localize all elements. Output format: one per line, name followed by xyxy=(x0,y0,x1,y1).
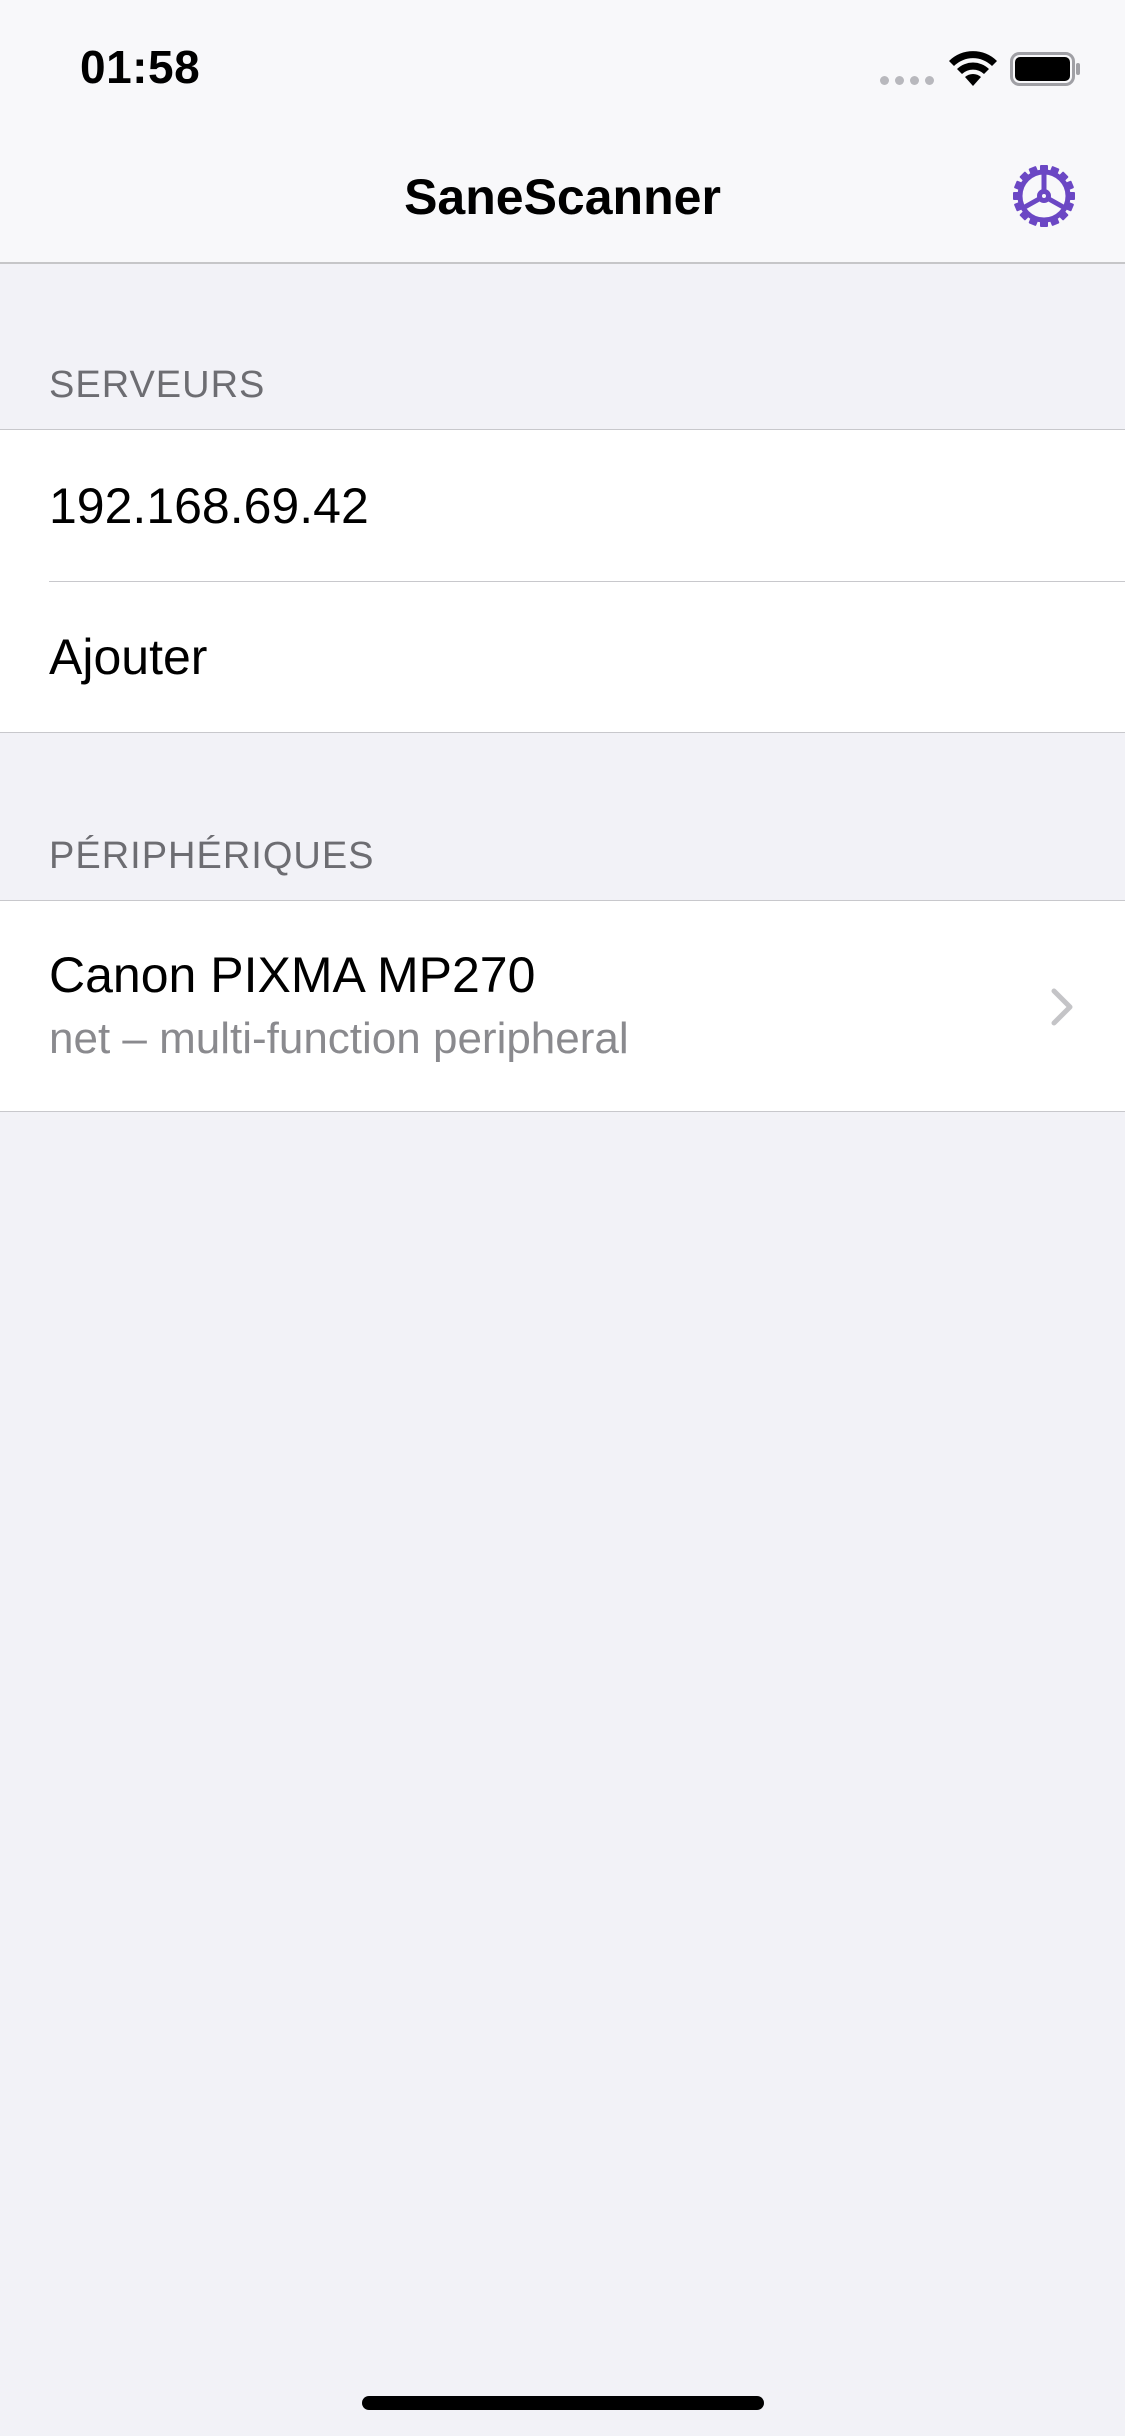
server-row[interactable]: 192.168.69.42 xyxy=(0,430,1125,581)
wifi-icon xyxy=(949,51,997,86)
home-indicator[interactable] xyxy=(362,2396,764,2410)
device-subtitle: net – multi-function peripheral xyxy=(49,1014,629,1063)
servers-section-header: SERVEURS xyxy=(49,364,266,406)
chevron-right-icon xyxy=(1051,988,1073,1026)
cellular-signal-icon xyxy=(880,76,934,85)
add-server-label: Ajouter xyxy=(49,628,208,685)
device-row[interactable]: Canon PIXMA MP270 net – multi-function p… xyxy=(0,901,1125,1111)
screen: 01:58 SaneScanner SERVEURS 192.168.69.42… xyxy=(0,0,1125,2436)
status-time: 01:58 xyxy=(80,41,201,93)
server-address: 192.168.69.42 xyxy=(49,477,369,534)
servers-list: 192.168.69.42 Ajouter xyxy=(0,429,1125,733)
settings-button[interactable] xyxy=(1008,160,1080,232)
navigation-bar: SaneScanner xyxy=(0,132,1125,264)
devices-list: Canon PIXMA MP270 net – multi-function p… xyxy=(0,900,1125,1112)
gear-icon xyxy=(1013,165,1075,227)
device-name: Canon PIXMA MP270 xyxy=(49,947,536,1003)
battery-icon xyxy=(1010,52,1080,86)
add-server-row[interactable]: Ajouter xyxy=(0,581,1125,732)
devices-section-header: PÉRIPHÉRIQUES xyxy=(49,835,375,877)
status-bar: 01:58 xyxy=(0,0,1125,132)
page-title: SaneScanner xyxy=(404,169,721,225)
